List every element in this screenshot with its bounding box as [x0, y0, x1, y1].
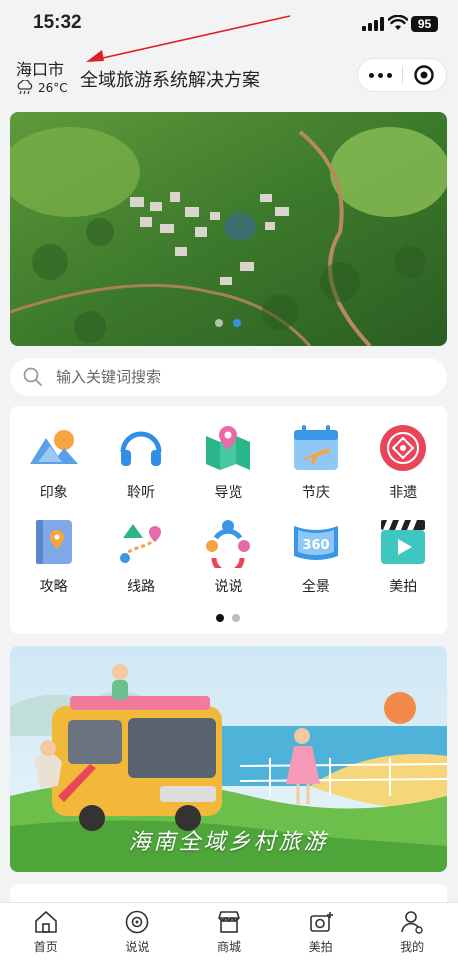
tab-moments[interactable]: 说说 [92, 903, 184, 967]
annotation-arrow [86, 15, 291, 62]
menu-item-route[interactable]: 线路 [97, 516, 184, 596]
signal-icon [362, 17, 384, 31]
weather-info: 26°C [16, 80, 68, 96]
menu-item-heritage[interactable]: 非遗 [360, 422, 447, 502]
menu-item-festival[interactable]: 节庆 [272, 422, 359, 502]
search-input[interactable] [56, 368, 396, 386]
banner-dot [215, 319, 223, 327]
search-icon [23, 367, 42, 386]
tab-shop[interactable]: 商城 [183, 903, 275, 967]
headphones-icon [120, 431, 162, 466]
menu-item-guide[interactable]: 导览 [185, 422, 272, 502]
wifi-icon [388, 15, 408, 30]
banner-carousel[interactable] [10, 112, 447, 346]
svg-text:360: 360 [302, 538, 329, 553]
temperature: 26°C [38, 81, 68, 95]
home-icon [34, 911, 57, 933]
rain-cloud-icon [17, 80, 33, 95]
guide-book-icon [35, 520, 72, 564]
banner-dot-active [233, 319, 241, 327]
promo-caption: 海南全域乡村旅游 [128, 830, 329, 855]
menu-item-panorama[interactable]: 360 全景 [272, 516, 359, 596]
mini-program-capsule [357, 58, 447, 92]
banner-aerial-village-image [10, 112, 447, 346]
close-target-icon[interactable] [403, 64, 446, 86]
menu-item-impression[interactable]: 印象 [10, 422, 97, 502]
camera-icon [309, 912, 333, 932]
people-icon [206, 520, 251, 568]
mountain-icon [29, 430, 78, 464]
calendar-plane-icon [293, 425, 338, 470]
panorama-360-icon: 360 [293, 526, 338, 560]
more-icon[interactable] [358, 72, 402, 78]
menu-item-photo[interactable]: 美拍 [360, 516, 447, 596]
route-icon [120, 524, 162, 563]
status-time: 15:32 [33, 12, 82, 33]
map-pin-icon [206, 426, 251, 470]
bottom-tab-bar: 首页 说说 商城 美拍 我的 [0, 902, 458, 967]
shop-icon [218, 911, 240, 933]
user-icon [401, 911, 423, 934]
battery-icon: 95 [411, 16, 438, 32]
chat-icon [126, 910, 149, 934]
video-icon [381, 520, 426, 564]
city-selector[interactable]: 海口市 [16, 56, 64, 80]
menu-item-moments[interactable]: 说说 [185, 516, 272, 596]
menu-page-indicator [216, 614, 240, 622]
feature-menu-card: 印象 聆听 导览 节庆 非遗 攻略 线路 说说 360 全景 美拍 [10, 406, 447, 634]
search-bar[interactable] [10, 358, 447, 396]
heritage-icon [380, 425, 427, 471]
tab-home[interactable]: 首页 [0, 903, 92, 967]
promo-banner[interactable]: 海南全域乡村旅游 [10, 646, 447, 872]
banner-indicator [215, 319, 241, 327]
tab-photo[interactable]: 美拍 [275, 903, 367, 967]
tab-mine[interactable]: 我的 [366, 903, 458, 967]
page-title: 全域旅游系统解决方案 [80, 70, 260, 91]
menu-item-strategy[interactable]: 攻略 [10, 516, 97, 596]
menu-item-listen[interactable]: 聆听 [97, 422, 184, 502]
